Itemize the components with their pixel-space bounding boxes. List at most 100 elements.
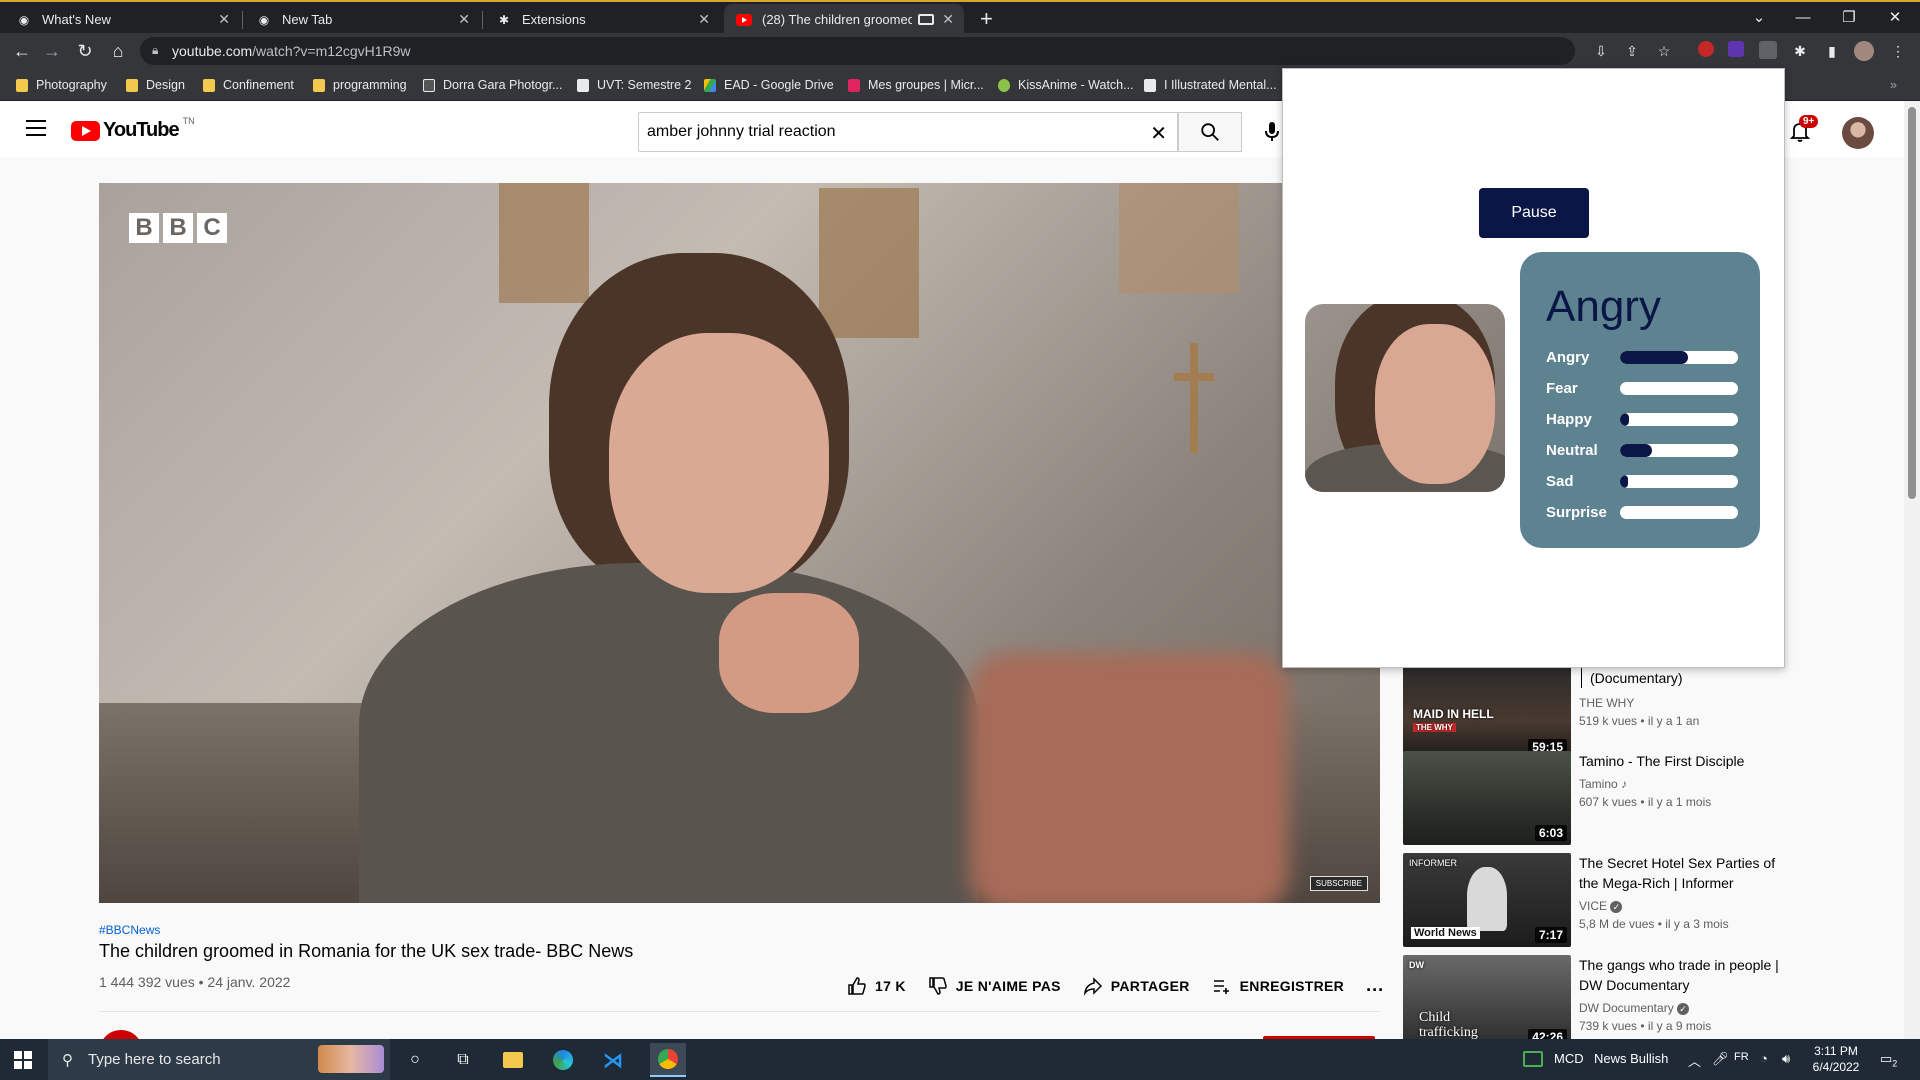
recommendation-channel[interactable]: VICE ✓ [1579,899,1623,913]
video-thumbnail[interactable]: MAID IN HELL THE WHY 59:15 [1403,665,1571,759]
tab-new-tab[interactable]: ◉ New Tab ✕ [244,4,480,35]
recommendation-title[interactable]: The Secret Hotel Sex Parties of the Mega… [1579,853,1789,893]
video-title: The children groomed in Romania for the … [99,941,634,961]
avatar[interactable] [1842,117,1874,149]
news-widget[interactable]: News Bullish [1594,1051,1668,1066]
recommendation-title[interactable]: The gangs who trade in people | DW Docum… [1579,955,1789,995]
kebab-menu-icon[interactable]: ⋮ [1888,41,1908,61]
search-input[interactable]: amber johnny trial reaction ✕ [638,112,1178,152]
minimize-button[interactable]: — [1780,4,1826,32]
restore-button[interactable]: ❐ [1826,4,1872,32]
bookmark-item[interactable]: EAD - Google Drive [704,75,834,95]
list-item[interactable]: INFORMER World News 7:17 The Secret Hote… [1403,853,1863,949]
video-player[interactable]: B B C SUBSCRIBE [99,183,1380,903]
file-explorer-icon[interactable] [500,1047,526,1073]
recommendation-channel[interactable]: DW Documentary ✓ [1579,1001,1690,1015]
profile-avatar-icon[interactable] [1854,41,1874,61]
wifi-icon[interactable]: ◔ [1760,1051,1768,1066]
tab-whats-new[interactable]: ◉ What's New ✕ [4,4,240,35]
taskbar-search-input[interactable]: ⚲ Type here to search [48,1039,390,1080]
share-button[interactable]: PARTAGER [1083,976,1190,996]
video-thumbnail[interactable]: 6:03 [1403,751,1571,845]
puzzle-icon: ✱ [498,12,510,27]
bookmark-item[interactable]: Photography [16,75,107,95]
stock-chart-icon[interactable] [1523,1051,1543,1070]
bookmark-item[interactable]: programming [313,75,407,95]
more-actions-button[interactable]: ... [1366,975,1384,996]
tab-search-icon[interactable]: ⌄ [1736,4,1782,32]
dislike-button[interactable]: JE N'AIME PAS [928,976,1061,996]
bookmark-label: UVT: Semestre 2 [597,78,692,92]
save-button[interactable]: ENREGISTRER [1212,976,1344,996]
notification-center-icon[interactable]: ▭2 [1880,1051,1897,1069]
bookmark-item[interactable]: Dorra Gara Photogr... [423,75,563,95]
video-hashtag[interactable]: #BBCNews [99,923,160,937]
install-icon[interactable]: ⇩ [1591,41,1611,61]
forward-button[interactable]: → [38,37,66,65]
subscribe-watermark[interactable]: SUBSCRIBE [1309,876,1368,891]
list-item[interactable]: DW Child trafficking 42:26 The gangs who… [1403,955,1863,1051]
close-icon[interactable]: ✕ [698,11,710,28]
folder-icon [203,78,215,92]
tab-youtube-video[interactable]: (28) The children groomed in ✕ [724,4,964,35]
close-icon[interactable]: ✕ [218,11,230,28]
reload-button[interactable]: ↻ [71,37,99,65]
bookmark-item[interactable]: UVT: Semestre 2 [577,75,691,95]
bookmark-star-icon[interactable]: ☆ [1654,41,1674,61]
close-icon[interactable]: ✕ [458,11,470,28]
bookmark-item[interactable]: Design [126,75,185,95]
more-bookmarks-icon[interactable]: » [1890,75,1897,95]
recommendation-channel[interactable]: THE WHY [1579,696,1634,710]
chrome-taskbar-icon[interactable] [650,1043,686,1077]
thumbnail-text: MAID IN HELL [1413,707,1494,721]
cortana-icon[interactable]: ○ [402,1047,428,1073]
recommendation-title[interactable]: Tamino - The First Disciple [1579,751,1789,771]
video-thumbnail[interactable]: DW Child trafficking 42:26 [1403,955,1571,1049]
bookmark-item[interactable]: Mes groupes | Micr... [848,75,984,95]
edge-icon[interactable] [550,1047,576,1073]
bookmark-item[interactable]: I Illustrated Mental... [1144,75,1277,95]
chrome-icon: ◉ [258,12,270,27]
address-bar[interactable]: 🔒︎ youtube.com/watch?v=m12cgvH1R9w [140,37,1575,65]
youtube-logo[interactable]: YouTube TN [71,116,195,142]
video-thumbnail[interactable]: INFORMER World News 7:17 [1403,853,1571,947]
clear-icon[interactable]: ✕ [1150,121,1167,146]
windows-start-icon[interactable] [14,1051,32,1069]
close-icon[interactable]: ✕ [942,11,954,28]
recommendation-channel[interactable]: Tamino ♪ [1579,777,1627,791]
close-window-button[interactable]: ✕ [1872,4,1918,32]
stock-ticker[interactable]: MCD [1554,1051,1584,1066]
page-scrollbar[interactable] [1904,101,1920,1039]
task-view-icon[interactable]: ⧉ [450,1047,476,1073]
language-indicator[interactable]: FR [1734,1051,1749,1063]
vscode-icon[interactable]: ⋊ [600,1047,626,1073]
hamburger-menu-icon[interactable] [26,120,46,136]
bookmark-item[interactable]: KissAnime - Watch... [998,75,1134,95]
like-button[interactable]: 17 K [847,976,906,996]
bookmark-item[interactable]: Confinement [203,75,294,95]
extension-icon[interactable] [1726,41,1746,61]
search-button[interactable] [1178,112,1242,152]
tab-separator [482,11,483,29]
share-label: PARTAGER [1110,977,1190,994]
volume-icon[interactable]: 🔊︎ [1782,1051,1790,1067]
emotion-bar-fill [1620,351,1689,364]
recommendation-title[interactable]: (Documentary) [1581,668,1791,688]
side-panel-icon[interactable]: ▮ [1822,41,1842,61]
tab-extensions[interactable]: ✱ Extensions ✕ [484,4,720,35]
pause-button[interactable]: Pause [1479,188,1589,238]
chevron-up-icon[interactable]: ︿ [1688,1051,1701,1070]
share-icon[interactable]: ⇪ [1622,41,1642,61]
puzzle-icon[interactable]: ✱ [1790,41,1810,61]
emotion-extension-icon[interactable] [1758,41,1778,61]
list-item[interactable]: 6:03 Tamino - The First Disciple Tamino … [1403,751,1863,847]
list-item[interactable]: MAID IN HELL THE WHY 59:15 (Documentary)… [1403,665,1863,761]
adblock-extension-icon[interactable] [1696,41,1716,61]
scrollbar-thumb[interactable] [1908,107,1916,499]
new-tab-button[interactable]: + [980,6,993,32]
home-button[interactable]: ⌂ [104,37,132,65]
url-path: /watch?v=m12cgvH1R9w [252,43,411,59]
back-button[interactable]: ← [8,37,36,65]
taskbar-clock[interactable]: 3:11 PM 6/4/2022 [1806,1043,1866,1075]
microphone-icon[interactable]: 🎤︎ [1712,1051,1729,1067]
